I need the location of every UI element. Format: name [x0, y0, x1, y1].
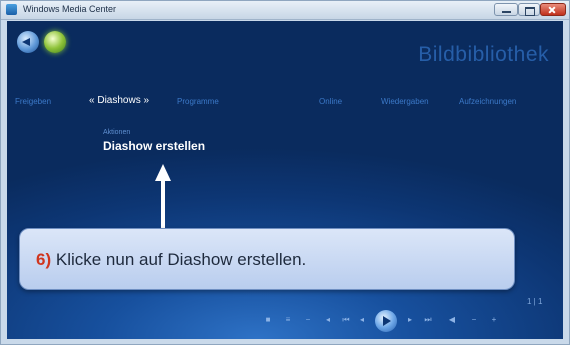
instruction-text: 6) Klicke nun auf Diashow erstellen.	[36, 250, 306, 270]
rewind-icon[interactable]: ◂	[323, 315, 333, 325]
application-window: Windows Media Center Bildbibliothek Frei…	[0, 0, 570, 345]
volume-down-icon[interactable]: −	[303, 315, 313, 325]
skip-back-icon[interactable]: ◂	[357, 315, 367, 325]
minimize-button[interactable]	[494, 3, 518, 16]
skip-forward-icon[interactable]: ▸	[405, 315, 415, 325]
title-bar: Windows Media Center	[1, 1, 569, 20]
top-controls	[17, 31, 67, 55]
menu-section-label: Aktionen	[103, 129, 131, 136]
stop-icon[interactable]: ■	[263, 315, 273, 325]
shuffle-icon[interactable]: ≡	[283, 315, 293, 325]
step-number: 6)	[36, 250, 52, 269]
page-title: Bildbibliothek	[418, 43, 549, 66]
arrow-head	[155, 164, 171, 181]
close-button[interactable]	[540, 3, 566, 16]
nav-bar: Freigeben « Diashows » Programme Online …	[7, 93, 563, 109]
window-title: Windows Media Center	[23, 4, 117, 14]
nav-item[interactable]: Programme	[177, 97, 219, 106]
nav-item-active[interactable]: « Diashows »	[89, 95, 149, 106]
back-arrow-icon[interactable]	[17, 31, 39, 53]
create-slideshow-menu-item[interactable]: Diashow erstellen	[103, 139, 205, 153]
instruction-callout: 6) Klicke nun auf Diashow erstellen.	[19, 228, 515, 290]
instruction-message: Klicke nun auf Diashow erstellen.	[55, 250, 307, 269]
fast-forward-icon[interactable]: ⏭	[423, 315, 433, 325]
windows-start-icon[interactable]	[44, 31, 66, 53]
mute-icon[interactable]: ◀	[447, 315, 457, 325]
play-icon[interactable]	[375, 310, 397, 332]
nav-item[interactable]: Freigeben	[15, 97, 51, 106]
app-icon	[6, 4, 17, 15]
nav-item-active-label: Diashows	[97, 95, 141, 106]
previous-icon[interactable]: ⏮	[341, 315, 351, 325]
transport-controls: ■ ≡ − ◂ ⏮ ◂ ▸ ⏭ ◀ − +	[257, 309, 563, 333]
plus-icon[interactable]: +	[489, 315, 499, 325]
nav-item[interactable]: Wiedergaben	[381, 97, 429, 106]
maximize-button[interactable]	[518, 3, 540, 16]
media-center-content: Bildbibliothek Freigeben « Diashows » Pr…	[7, 21, 563, 339]
nav-item[interactable]: Online	[319, 97, 342, 106]
volume-up-icon[interactable]: −	[469, 315, 479, 325]
nav-item[interactable]: Aufzeichnungen	[459, 97, 516, 106]
page-count: 1 | 1	[527, 297, 543, 306]
